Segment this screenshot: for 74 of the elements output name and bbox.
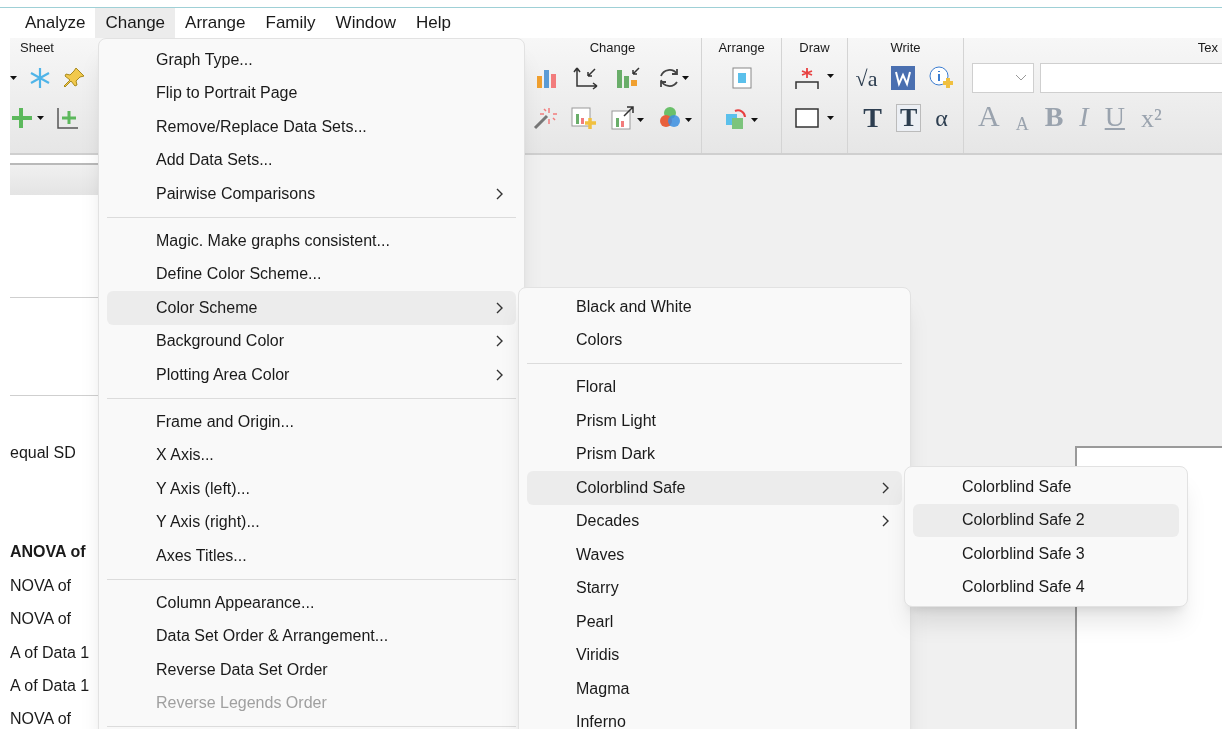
menu-item[interactable]: X Axis... — [107, 438, 516, 472]
color-circles-icon[interactable] — [658, 106, 693, 130]
format-glyph-button[interactable]: √a — [855, 61, 878, 95]
add-axis-icon[interactable] — [56, 106, 80, 130]
menu-item[interactable]: Y Axis (left)... — [107, 472, 516, 506]
menu-item[interactable]: Colorblind Safe — [527, 471, 902, 505]
add-chart-icon[interactable] — [570, 106, 597, 130]
format-glyph-button[interactable]: T — [863, 97, 882, 139]
menu-item[interactable]: Viridis — [527, 638, 902, 672]
menu-bar-item[interactable]: Family — [255, 8, 326, 38]
toolbar-group-label: Sheet — [20, 39, 55, 57]
menu-item[interactable]: Graph Type... — [107, 43, 516, 77]
menu-item[interactable]: Black and White — [527, 290, 902, 324]
menu-item[interactable]: Colorblind Safe 3 — [913, 537, 1179, 571]
menu-bar-item[interactable]: Help — [406, 8, 462, 38]
menu-bar-item[interactable]: Analyze — [15, 8, 96, 38]
word-icon[interactable] — [891, 66, 916, 90]
sheet-text: NOVA of — [10, 609, 73, 630]
menu-item[interactable]: Plotting Area Color — [107, 358, 516, 392]
magic-wand-icon[interactable] — [532, 106, 557, 130]
menu-item[interactable]: Data Set Order & Arrangement... — [107, 619, 516, 653]
menu-item[interactable]: Frame and Origin... — [107, 405, 516, 439]
menu-item[interactable]: Background Color — [107, 324, 516, 358]
menu-item[interactable]: Inferno — [527, 705, 902, 729]
menu-item[interactable]: Axes Titles... — [107, 539, 516, 573]
menu-item[interactable]: Column Appearance... — [107, 586, 516, 620]
menu-item[interactable]: Magma — [527, 672, 902, 706]
menu-item[interactable]: Magic. Make graphs consistent... — [107, 224, 516, 258]
menu-item[interactable]: Pearl — [527, 605, 902, 639]
shrink-bars-icon[interactable] — [614, 66, 643, 90]
toolbar-group-label: Arrange — [718, 39, 765, 57]
sheet-text: NOVA of — [10, 709, 73, 729]
frame-icon[interactable] — [729, 66, 754, 90]
menu-item[interactable]: Prism Light — [527, 404, 902, 438]
menu-item[interactable]: Starry — [527, 571, 902, 605]
resize-chart-icon[interactable] — [610, 106, 645, 130]
snowflake-icon[interactable] — [28, 66, 52, 90]
menu-item[interactable]: Decades — [527, 504, 902, 538]
menu-bar-item[interactable]: Change — [95, 8, 176, 38]
sheet-text: ANOVA of — [10, 542, 87, 563]
toolbar-group-label: Tex — [1197, 39, 1218, 57]
menu-item[interactable]: Colors — [527, 323, 902, 357]
asterisk-bracket-icon[interactable] — [794, 66, 835, 90]
info-add-icon[interactable] — [929, 66, 956, 90]
reorder-icon[interactable] — [724, 106, 759, 130]
menu-bar-item[interactable]: Window — [325, 8, 407, 38]
menu-item[interactable]: Add Data Sets... — [107, 143, 516, 177]
menu-item[interactable]: Colorblind Safe 4 — [913, 570, 1179, 604]
sheet-text: equal SD — [10, 443, 77, 463]
menu-item[interactable]: Flip to Portrait Page — [107, 76, 516, 110]
rectangle-icon[interactable] — [794, 106, 835, 130]
pushpin-icon[interactable] — [62, 66, 86, 90]
menu-bar-item[interactable]: Arrange — [175, 8, 256, 38]
format-glyph-button[interactable]: T — [895, 104, 922, 132]
menu-item[interactable]: Floral — [527, 370, 902, 404]
menu-item[interactable]: Pairwise Comparisons — [107, 177, 516, 211]
chevron-down-icon — [1015, 74, 1027, 82]
format-glyph-button[interactable]: α — [935, 100, 948, 136]
menu-item[interactable]: Define Color Scheme... — [107, 257, 516, 291]
toolbar-group-label: Change — [589, 39, 636, 57]
sheet-text: A of Data 1 — [10, 642, 91, 663]
sheet-text: A of Data 1 — [10, 675, 91, 696]
menu-item[interactable]: Reverse Data Set Order — [107, 653, 516, 687]
menu-item[interactable]: Remove/Replace Data Sets... — [107, 110, 516, 144]
sheet-text: NOVA of — [10, 575, 73, 596]
toolbar-group-label: Draw — [799, 39, 830, 57]
menu-item[interactable]: Color Scheme — [107, 291, 516, 325]
font-name-field[interactable] — [1040, 63, 1222, 93]
menu-item[interactable]: Prism Dark — [527, 437, 902, 471]
menu-item[interactable]: Y Axis (right)... — [107, 505, 516, 539]
menu-item[interactable]: Colorblind Safe — [913, 470, 1179, 504]
menu-item[interactable]: Colorblind Safe 2 — [913, 503, 1179, 537]
toolbar-group-label: Write — [890, 39, 921, 57]
menu-item[interactable]: Waves — [527, 538, 902, 572]
